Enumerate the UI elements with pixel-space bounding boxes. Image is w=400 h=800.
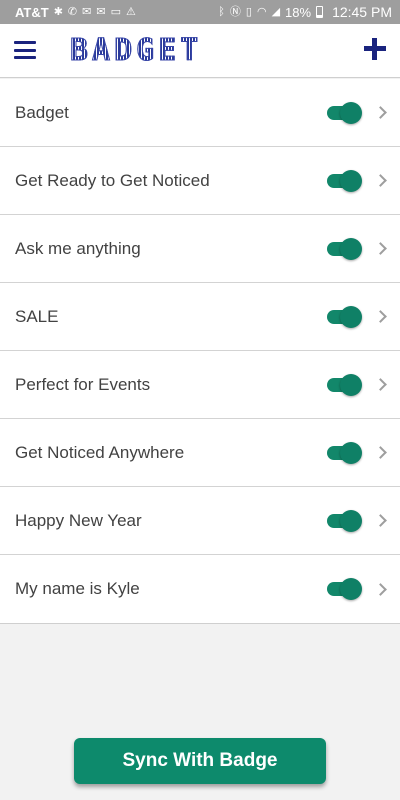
badge-list-item[interactable]: Get Noticed Anywhere [0, 419, 400, 487]
badge-label: My name is Kyle [15, 579, 140, 598]
chevron-right-icon[interactable] [374, 378, 387, 391]
slack-icon: ✱ [53, 5, 63, 18]
hamburger-menu-icon[interactable] [14, 41, 36, 59]
app-bar: BADGET [0, 24, 400, 78]
badge-label: Happy New Year [15, 510, 142, 530]
toggle-thumb [340, 373, 362, 396]
badge-enable-toggle[interactable] [327, 237, 362, 260]
sync-with-badge-button[interactable]: Sync With Badge [74, 738, 326, 784]
status-bar: AT&T ✱ ✆ ✉ ✉ ▭ ⚠ ᛒ Ⓝ ▯ ◠ ◢ 18% 12:45 PM [0, 0, 400, 24]
badge-enable-toggle[interactable] [327, 441, 362, 464]
toggle-thumb [340, 169, 362, 192]
badge-enable-toggle[interactable] [327, 578, 362, 600]
app-logo: BADGET [69, 33, 203, 69]
chevron-right-icon[interactable] [374, 514, 387, 527]
status-right: ᛒ Ⓝ ▯ ◠ ◢ 18% 12:45 PM [218, 4, 392, 20]
toggle-thumb [340, 509, 362, 532]
chevron-right-icon[interactable] [374, 310, 387, 323]
signal-icon: ◢ [271, 5, 281, 18]
badge-list-item[interactable]: SALE [0, 283, 400, 351]
warning-icon: ⚠ [125, 5, 136, 18]
chevron-right-icon[interactable] [374, 174, 387, 187]
badge-label: Badget [15, 102, 69, 122]
badge-label: Get Noticed Anywhere [15, 442, 185, 462]
bluetooth-icon: ᛒ [218, 5, 225, 18]
badge-enable-toggle[interactable] [327, 373, 362, 396]
toggle-thumb [340, 101, 362, 124]
badge-label: SALE [15, 306, 59, 326]
badge-enable-toggle[interactable] [327, 101, 362, 124]
chevron-right-icon[interactable] [374, 446, 387, 459]
chevron-right-icon[interactable] [374, 582, 387, 596]
badge-label: Ask me anything [15, 238, 141, 258]
badge-label: Get Ready to Get Noticed [15, 170, 210, 190]
vibrate-icon: ▯ [245, 5, 252, 18]
toggle-thumb [340, 441, 362, 464]
badge-list-item[interactable]: Ask me anything [0, 215, 400, 283]
badge-list-item[interactable]: Perfect for Events [0, 351, 400, 419]
toggle-thumb [340, 237, 362, 260]
badge-list-item[interactable]: Happy New Year [0, 487, 400, 555]
badge-enable-toggle[interactable] [327, 509, 362, 532]
toggle-thumb [340, 578, 362, 600]
chevron-right-icon[interactable] [374, 106, 387, 119]
badge-label: Perfect for Events [15, 374, 151, 394]
nfc-icon: Ⓝ [229, 5, 241, 18]
battery-percent: 18% [285, 4, 312, 20]
battery-icon [316, 6, 324, 18]
wifi-icon: ◠ [256, 5, 267, 18]
chevron-right-icon[interactable] [374, 242, 387, 255]
toggle-thumb [340, 305, 362, 328]
carrier-label: AT&T [15, 4, 49, 20]
plus-icon[interactable] [362, 36, 388, 62]
call-icon: ✆ [67, 5, 78, 18]
badge-enable-toggle[interactable] [327, 305, 362, 328]
gmail-icon: ✉ [82, 5, 92, 18]
clock: 12:45 PM [332, 4, 392, 20]
badge-list-item[interactable]: My name is Kyle [0, 555, 400, 623]
badge-enable-toggle[interactable] [327, 169, 362, 192]
status-left: AT&T ✱ ✆ ✉ ✉ ▭ ⚠ [15, 5, 136, 20]
gmail-icon: ✉ [96, 5, 106, 18]
badge-list-item[interactable]: Get Ready to Get Noticed [0, 147, 400, 215]
message-icon: ▭ [110, 5, 121, 18]
badge-list-item[interactable]: Badget [0, 79, 400, 147]
badge-list: Badget Get Ready to Get Noticed Ask me any… [0, 79, 400, 624]
